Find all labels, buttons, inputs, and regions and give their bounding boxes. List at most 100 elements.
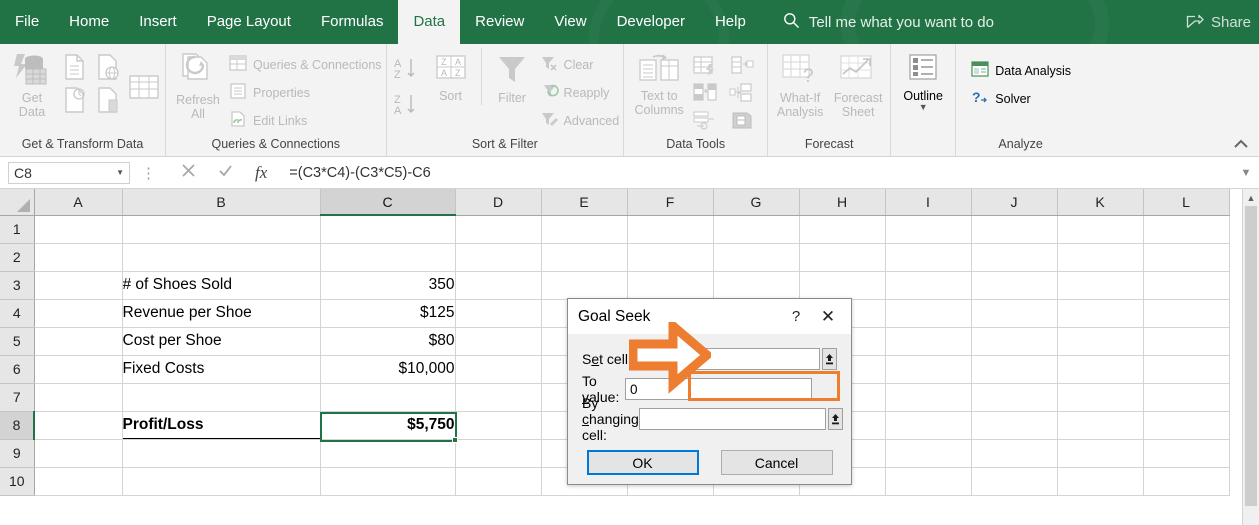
cell-B3[interactable]: # of Shoes Sold: [122, 271, 321, 300]
cell-B9[interactable]: [122, 439, 321, 468]
cell-L7[interactable]: [1143, 383, 1230, 412]
tab-insert[interactable]: Insert: [124, 0, 192, 44]
column-header-G[interactable]: G: [713, 189, 800, 216]
text-to-columns-button[interactable]: Text to Columns: [628, 48, 690, 117]
cell-J2[interactable]: [971, 243, 1058, 272]
tell-me-search[interactable]: Tell me what you want to do: [783, 12, 994, 33]
cell-K3[interactable]: [1057, 271, 1144, 300]
cell-K8[interactable]: [1057, 411, 1144, 440]
flash-fill-icon[interactable]: [692, 55, 726, 79]
cell-F2[interactable]: [627, 243, 714, 272]
data-analysis-button[interactable]: Data Analysis: [970, 57, 1071, 84]
cell-J6[interactable]: [971, 355, 1058, 384]
cell-B4[interactable]: Revenue per Shoe: [122, 299, 321, 328]
insert-function-icon[interactable]: fx: [255, 163, 267, 183]
row-header-10[interactable]: 10: [0, 467, 35, 496]
column-header-F[interactable]: F: [627, 189, 714, 216]
cell-E2[interactable]: [541, 243, 628, 272]
cell-D9[interactable]: [455, 439, 542, 468]
set-cell-range-picker[interactable]: [822, 348, 837, 370]
formula-input[interactable]: [289, 161, 1235, 184]
data-validation-icon[interactable]: [729, 55, 763, 79]
sort-button[interactable]: Z A A Z Sort: [423, 48, 479, 103]
tab-home[interactable]: Home: [54, 0, 124, 44]
cell-K9[interactable]: [1057, 439, 1144, 468]
cell-D1[interactable]: [455, 215, 542, 244]
manage-data-model-icon[interactable]: [729, 109, 763, 133]
cell-C10[interactable]: [320, 467, 456, 496]
cell-I5[interactable]: [885, 327, 972, 356]
column-header-K[interactable]: K: [1057, 189, 1144, 216]
row-header-7[interactable]: 7: [0, 383, 35, 412]
column-header-D[interactable]: D: [455, 189, 542, 216]
cell-C4[interactable]: $125: [320, 299, 456, 328]
cell-G3[interactable]: [713, 271, 800, 300]
cell-B5[interactable]: Cost per Shoe: [122, 327, 321, 356]
cell-K4[interactable]: [1057, 299, 1144, 328]
tab-page-layout[interactable]: Page Layout: [192, 0, 306, 44]
cell-C7[interactable]: [320, 383, 456, 412]
row-header-8[interactable]: 8: [0, 411, 35, 440]
cell-B7[interactable]: [122, 383, 321, 412]
row-header-4[interactable]: 4: [0, 299, 35, 328]
get-data-button[interactable]: Get Data: [4, 48, 60, 119]
refresh-all-button[interactable]: Refresh All: [170, 48, 226, 121]
cancel-formula-icon[interactable]: [181, 163, 196, 183]
cell-H1[interactable]: [799, 215, 886, 244]
column-header-J[interactable]: J: [971, 189, 1058, 216]
forecast-sheet-button[interactable]: Forecast Sheet: [830, 48, 886, 119]
cell-L2[interactable]: [1143, 243, 1230, 272]
row-header-2[interactable]: 2: [0, 243, 35, 272]
filter-button[interactable]: Filter: [480, 48, 537, 105]
cell-C6[interactable]: $10,000: [320, 355, 456, 384]
cell-I7[interactable]: [885, 383, 972, 412]
sort-ascending-icon[interactable]: AZ: [391, 54, 421, 89]
cell-A9[interactable]: [34, 439, 123, 468]
cell-L5[interactable]: [1143, 327, 1230, 356]
cell-B1[interactable]: [122, 215, 321, 244]
existing-connections-icon[interactable]: [127, 48, 161, 107]
cell-A1[interactable]: [34, 215, 123, 244]
cell-B2[interactable]: [122, 243, 321, 272]
properties-button[interactable]: Properties: [228, 79, 382, 106]
cell-D8[interactable]: [455, 411, 542, 440]
cell-J3[interactable]: [971, 271, 1058, 300]
share-button[interactable]: Share: [1186, 12, 1251, 33]
cell-J7[interactable]: [971, 383, 1058, 412]
cell-B6[interactable]: Fixed Costs: [122, 355, 321, 384]
cell-A6[interactable]: [34, 355, 123, 384]
recent-sources-icon[interactable]: [95, 86, 125, 116]
cell-B10[interactable]: [122, 467, 321, 496]
cell-K7[interactable]: [1057, 383, 1144, 412]
tab-developer[interactable]: Developer: [602, 0, 700, 44]
cell-G1[interactable]: [713, 215, 800, 244]
scrollbar-thumb[interactable]: [1245, 206, 1257, 506]
cell-J5[interactable]: [971, 327, 1058, 356]
cell-A3[interactable]: [34, 271, 123, 300]
cell-C9[interactable]: [320, 439, 456, 468]
cell-L10[interactable]: [1143, 467, 1230, 496]
column-header-L[interactable]: L: [1143, 189, 1230, 216]
cell-D7[interactable]: [455, 383, 542, 412]
cell-I9[interactable]: [885, 439, 972, 468]
cell-F3[interactable]: [627, 271, 714, 300]
cell-D4[interactable]: [455, 299, 542, 328]
cell-D10[interactable]: [455, 467, 542, 496]
cell-I3[interactable]: [885, 271, 972, 300]
cell-C8[interactable]: $5,750: [320, 411, 456, 440]
column-header-H[interactable]: H: [799, 189, 886, 216]
cell-G2[interactable]: [713, 243, 800, 272]
cell-I4[interactable]: [885, 299, 972, 328]
cell-L3[interactable]: [1143, 271, 1230, 300]
row-header-1[interactable]: 1: [0, 215, 35, 244]
cell-D6[interactable]: [455, 355, 542, 384]
cell-D5[interactable]: [455, 327, 542, 356]
column-header-A[interactable]: A: [34, 189, 123, 216]
cell-C1[interactable]: [320, 215, 456, 244]
column-header-E[interactable]: E: [541, 189, 628, 216]
advanced-filter-button[interactable]: Advanced: [539, 107, 619, 134]
column-header-B[interactable]: B: [122, 189, 321, 216]
cell-F1[interactable]: [627, 215, 714, 244]
cell-L4[interactable]: [1143, 299, 1230, 328]
chevron-down-icon[interactable]: ▼: [116, 168, 124, 177]
